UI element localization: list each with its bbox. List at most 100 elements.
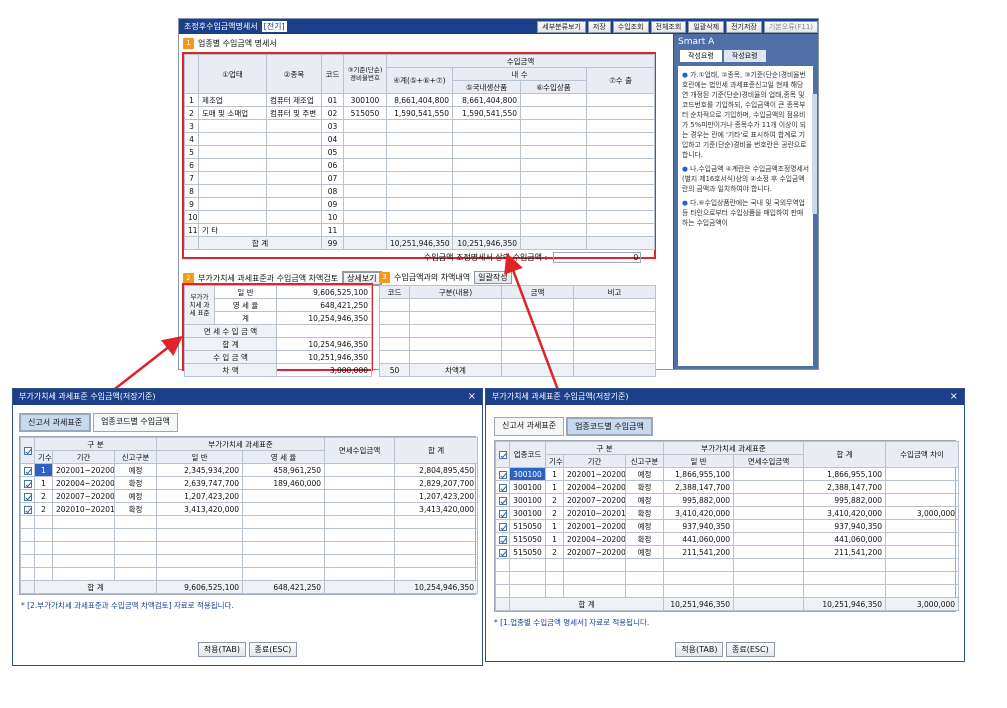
cell-code: 515050	[509, 519, 546, 533]
dialog-tabs: 신고서 과세표준 업종코드별 수입금액	[486, 405, 964, 438]
cell-exempt[interactable]	[733, 545, 805, 559]
cell-exempt[interactable]	[733, 519, 805, 533]
close-icon[interactable]: ×	[468, 389, 476, 405]
cell-total: 937,940,350	[803, 519, 887, 533]
table-row[interactable]: 300100 2 202007~202009 예정 995,882,000 995,882…	[495, 493, 960, 507]
select-all-checkbox[interactable]	[24, 447, 32, 455]
cell-period: 202004~202006	[563, 532, 626, 546]
cell-general: 441,060,000	[663, 532, 735, 546]
col-total: 합 계	[394, 437, 479, 464]
table-row[interactable]: 2 202007~202009 예정 1,207,423,200 1,207,423,2…	[20, 489, 479, 503]
tab-industry-income[interactable]: 업종코드별 수입금액	[566, 417, 653, 436]
table-row[interactable]: 1 202001~202003 예정 2,345,934,200 458,961,250…	[20, 463, 479, 477]
cell-diff	[885, 545, 960, 559]
apply-button[interactable]: 적용(TAB)	[197, 642, 246, 657]
col-zero: 영 세 율	[242, 450, 326, 464]
cell-exempt[interactable]	[733, 467, 805, 481]
cell-total: 3,413,420,000	[394, 502, 479, 516]
select-all-checkbox[interactable]	[499, 451, 507, 459]
table-row[interactable]: 515050 1 202001~202003 예정 937,940,350 937,940…	[495, 519, 960, 533]
cell-type: 확정	[113, 476, 158, 490]
cell-general: 1,207,423,200	[156, 489, 244, 503]
table-row[interactable]: 515050 1 202004~202006 확정 441,060,000 441,060…	[495, 532, 960, 546]
cell-type: 예정	[624, 519, 665, 533]
cell-seq: 1	[545, 480, 564, 494]
row-checkbox[interactable]	[499, 548, 507, 557]
cell-zero: 189,460,000	[242, 476, 326, 490]
cell-exempt[interactable]	[733, 493, 805, 507]
sum-label: 합 계	[33, 580, 158, 594]
cell-type: 예정	[624, 467, 665, 481]
cell-zero	[242, 502, 326, 516]
table-row[interactable]: 300100 1 202001~202003 예정 1,866,955,100 1,866…	[495, 467, 960, 481]
cell-exempt[interactable]	[324, 489, 396, 503]
col-total: 합 계	[803, 441, 887, 468]
cell-exempt[interactable]	[733, 532, 805, 546]
table-row[interactable]: 300100 1 202004~202006 확정 2,388,147,700 2,388…	[495, 480, 960, 494]
cell-diff	[885, 480, 960, 494]
sum-general: 9,606,525,100	[156, 580, 244, 594]
col-div: 구 분	[544, 441, 665, 455]
cell-diff	[885, 467, 960, 481]
close-button[interactable]: 종료(ESC)	[248, 642, 298, 657]
col-general: 일 반	[663, 454, 735, 468]
row-checkbox[interactable]	[499, 483, 507, 492]
cell-period: 202001~202003	[563, 519, 626, 533]
row-checkbox[interactable]	[499, 470, 507, 479]
dialog-titlebar: 부가가치세 과세표준 수입금액(저장기준) ×	[13, 389, 482, 405]
col-type: 신고구분	[624, 454, 665, 468]
cell-exempt[interactable]	[733, 506, 805, 520]
col-general: 일 반	[156, 450, 244, 464]
cell-seq: 1	[34, 463, 53, 477]
cell-general: 3,413,420,000	[156, 502, 244, 516]
table-sum-row: 합 계 10,251,946,350 10,251,946,350 3,000,…	[495, 597, 960, 611]
row-checkbox[interactable]	[499, 509, 507, 518]
cell-exempt[interactable]	[324, 476, 396, 490]
col-seq: 기수	[34, 450, 53, 464]
row-checkbox[interactable]	[499, 522, 507, 531]
col-vat: 부가가치세 과세표준	[663, 441, 805, 455]
row-checkbox[interactable]	[24, 479, 32, 488]
sum-diff: 3,000,000	[885, 597, 960, 611]
table-row[interactable]: 2 202010~202012 확정 3,413,420,000 3,413,420,0…	[20, 502, 479, 516]
cell-total: 995,882,000	[803, 493, 887, 507]
col-diff: 수입금액 차이	[885, 441, 960, 468]
cell-period: 202004~202006	[52, 476, 115, 490]
tab-vat-base[interactable]: 신고서 과세표준	[19, 413, 92, 432]
cell-seq: 2	[34, 502, 53, 516]
cell-exempt[interactable]	[733, 480, 805, 494]
cell-exempt[interactable]	[324, 463, 396, 477]
table-row[interactable]: 515050 2 202007~202009 예정 211,541,200 211,541…	[495, 545, 960, 559]
tab-vat-base[interactable]: 신고서 과세표준	[494, 417, 565, 436]
table-row[interactable]: 300100 2 202010~202012 확정 3,410,420,000 3,410…	[495, 506, 960, 520]
cell-zero	[242, 489, 326, 503]
cell-total: 2,388,147,700	[803, 480, 887, 494]
row-checkbox[interactable]	[24, 466, 32, 475]
cell-period: 202001~202003	[563, 467, 626, 481]
row-checkbox[interactable]	[24, 505, 32, 514]
close-icon[interactable]: ×	[950, 389, 958, 405]
row-checkbox[interactable]	[499, 496, 507, 505]
cell-general: 1,866,955,100	[663, 467, 735, 481]
row-checkbox[interactable]	[499, 535, 507, 544]
industry-income-table: 업종코드 구 분 부가가치세 과세표준 합 계 수입금액 차이 기수 기간 신고…	[495, 441, 960, 611]
cell-exempt[interactable]	[324, 502, 396, 516]
cell-general: 995,882,000	[663, 493, 735, 507]
cell-type: 확정	[624, 532, 665, 546]
vat-base-table: 구 분 부가가치세 과세표준 면세수입금액 합 계 기수 기간 신고구분 일 반…	[20, 437, 479, 594]
apply-button[interactable]: 적용(TAB)	[675, 642, 724, 657]
cell-diff: 3,000,000	[885, 506, 960, 520]
row-checkbox[interactable]	[24, 492, 32, 501]
cell-general: 937,940,350	[663, 519, 735, 533]
sum-general: 10,251,946,350	[663, 597, 735, 611]
cell-period: 202007~202009	[563, 493, 626, 507]
cell-period: 202004~202006	[563, 480, 626, 494]
tab-industry-income[interactable]: 업종코드별 수입금액	[93, 413, 178, 432]
close-button[interactable]: 종료(ESC)	[726, 642, 775, 657]
col-period: 기간	[52, 450, 115, 464]
cell-general: 2,639,747,700	[156, 476, 244, 490]
table-row[interactable]: 1 202004~202006 확정 2,639,747,700 189,460,000…	[20, 476, 479, 490]
col-seq: 기수	[545, 454, 564, 468]
dialog-buttons: 적용(TAB) 종료(ESC)	[13, 642, 482, 657]
dialog-table-frame: 업종코드 구 분 부가가치세 과세표준 합 계 수입금액 차이 기수 기간 신고…	[494, 440, 960, 612]
